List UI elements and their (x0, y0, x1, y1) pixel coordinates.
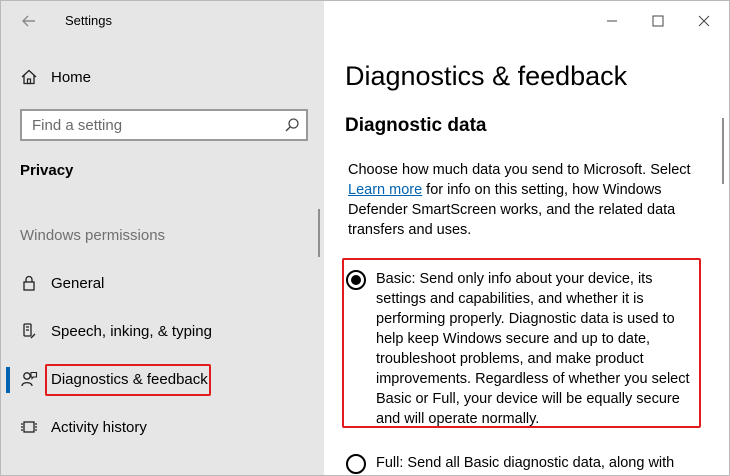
sidebar-item-label: General (51, 274, 105, 292)
learn-more-link[interactable]: Learn more (348, 182, 422, 198)
main-content: Diagnostics & feedback Diagnostic data C… (324, 1, 729, 475)
search-icon[interactable] (284, 117, 300, 133)
highlight-box-main (342, 258, 701, 428)
search-input[interactable] (22, 111, 272, 139)
sidebar: Settings Home Privacy Windows permission… (1, 1, 324, 475)
feedback-icon (20, 370, 38, 388)
group-header-windows-permissions: Windows permissions (20, 227, 166, 244)
lock-icon (20, 274, 38, 292)
sidebar-item-label: Activity history (51, 418, 147, 436)
maximize-icon[interactable] (646, 9, 670, 33)
sidebar-scrollbar[interactable] (318, 209, 320, 257)
minimize-icon[interactable] (600, 9, 624, 33)
search-box[interactable] (20, 109, 308, 141)
close-icon[interactable] (692, 9, 716, 33)
radio-option-full[interactable]: Full: Send all Basic diagnostic data, al… (346, 453, 706, 475)
app-title: Settings (65, 13, 112, 28)
activity-history-icon (20, 418, 38, 436)
section-header-privacy: Privacy (20, 162, 74, 179)
description-text: Choose how much data you send to Microso… (348, 160, 718, 240)
sidebar-item-speech[interactable]: Speech, inking, & typing (1, 311, 324, 351)
back-arrow-icon[interactable] (15, 7, 43, 35)
sidebar-home-label: Home (51, 68, 92, 86)
section-title-diagnostic-data: Diagnostic data (345, 115, 487, 136)
radio-button-full[interactable] (346, 454, 366, 474)
description-intro: Choose how much data you send to Microso… (348, 162, 691, 178)
settings-window: Settings Home Privacy Windows permission… (0, 0, 730, 476)
speech-icon (20, 322, 38, 340)
sidebar-item-activity-history[interactable]: Activity history (1, 407, 324, 447)
main-scrollbar[interactable] (722, 118, 724, 184)
sidebar-item-general[interactable]: General (1, 263, 324, 303)
sidebar-item-home[interactable]: Home (1, 57, 324, 97)
sidebar-item-label: Speech, inking, & typing (51, 322, 212, 340)
highlight-box-sidebar (45, 364, 211, 396)
radio-label-full: Full: Send all Basic diagnostic data, al… (376, 455, 675, 471)
page-title: Diagnostics & feedback (345, 61, 628, 91)
home-icon (20, 68, 38, 86)
